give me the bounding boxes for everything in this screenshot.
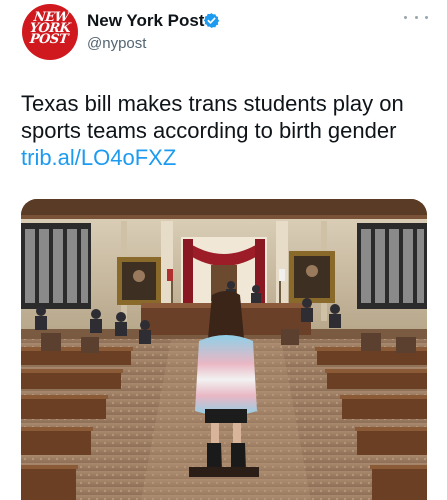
author-display-name[interactable]: New York Post — [87, 11, 204, 31]
avatar-logo-text: NEW YORK POST — [28, 10, 72, 47]
tweet-card: NEW YORK POST New York Post @nypost Texa… — [0, 0, 447, 500]
tweet-link[interactable]: trib.al/LO4oFXZ — [21, 144, 439, 171]
verified-badge-icon — [203, 13, 220, 28]
tweet-text-line: sports teams according to birth gender — [21, 118, 397, 143]
tweet-text: Texas bill makes trans students play on … — [21, 90, 439, 171]
photo-legislative-chamber — [21, 199, 427, 500]
tweet-photo[interactable] — [21, 199, 427, 500]
author-avatar[interactable]: NEW YORK POST — [22, 4, 78, 60]
author-handle[interactable]: @nypost — [87, 35, 146, 52]
tweet-text-line: Texas bill makes trans students play on — [21, 91, 404, 116]
more-options-icon[interactable] — [404, 10, 428, 24]
